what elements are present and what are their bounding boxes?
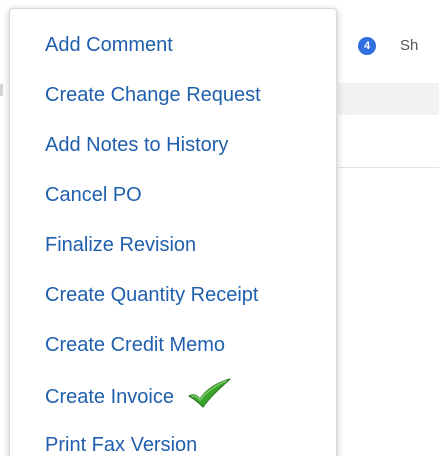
green-checkmark-icon	[187, 378, 231, 408]
menu-item-label: Print Fax Version	[45, 433, 198, 456]
table-header-band	[338, 83, 439, 115]
menu-item-label: Create Quantity Receipt	[45, 283, 259, 306]
tab-count-badge: 4	[358, 37, 376, 55]
tab-label[interactable]: Sh	[400, 37, 418, 55]
menu-item-label: Add Comment	[45, 33, 173, 56]
menu-item-create-credit-memo[interactable]: Create Credit Memo	[45, 332, 225, 357]
row-divider	[338, 167, 439, 168]
menu-item-label: Add Notes to History	[45, 133, 229, 156]
menu-item-create-quantity-receipt[interactable]: Create Quantity Receipt	[45, 282, 258, 307]
menu-item-add-notes-to-history[interactable]: Add Notes to History	[45, 132, 228, 157]
left-edge-marker	[0, 84, 3, 96]
menu-item-add-comment[interactable]: Add Comment	[45, 32, 173, 57]
page: 4 Sh Add Comment Create Change Request A…	[0, 0, 439, 456]
menu-item-label: Create Change Request	[45, 83, 261, 106]
menu-item-cancel-po[interactable]: Cancel PO	[45, 182, 142, 207]
menu-item-label: Create Credit Memo	[45, 333, 226, 356]
menu-item-print-fax-version[interactable]: Print Fax Version	[45, 432, 197, 456]
menu-item-label: Finalize Revision	[45, 233, 197, 256]
menu-item-finalize-revision[interactable]: Finalize Revision	[45, 232, 196, 257]
actions-dropdown-menu: Add Comment Create Change Request Add No…	[9, 8, 337, 456]
menu-item-label: Create Invoice	[45, 386, 174, 408]
menu-item-label: Cancel PO	[45, 183, 142, 206]
menu-item-create-change-request[interactable]: Create Change Request	[45, 82, 261, 107]
menu-item-create-invoice[interactable]: Create Invoice	[45, 378, 232, 412]
